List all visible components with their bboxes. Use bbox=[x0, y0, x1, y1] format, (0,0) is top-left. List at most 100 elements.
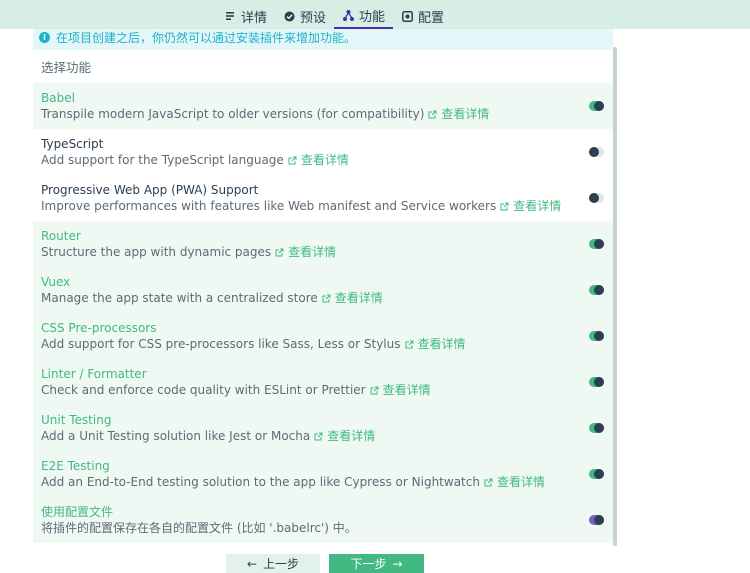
feature-description-text: Add an End-to-End testing solution to th… bbox=[41, 475, 480, 489]
feature-toggle[interactable] bbox=[589, 193, 604, 203]
feature-row[interactable]: Router Structure the app with dynamic pag… bbox=[33, 221, 613, 267]
toggle-knob bbox=[594, 239, 604, 249]
tab-features-label: 功能 bbox=[359, 10, 386, 25]
feature-description-text: Add a Unit Testing solution like Jest or… bbox=[41, 429, 311, 443]
feature-name: CSS Pre-processors bbox=[41, 321, 157, 335]
feature-name: Vuex bbox=[41, 275, 71, 289]
config-file-row[interactable]: 使用配置文件将插件的配置保存在各自的配置文件 (比如 '.babelrc') 中… bbox=[33, 497, 613, 543]
feature-description-text: Improve performances with features like … bbox=[41, 199, 497, 213]
top-bar: 详情 预设 功能 配置 bbox=[0, 0, 750, 29]
arrow-right-icon: → bbox=[392, 556, 403, 571]
tab-preset[interactable]: 预设 bbox=[275, 4, 334, 28]
toggle-knob bbox=[594, 285, 604, 295]
feature-description: 将插件的配置保存在各自的配置文件 (比如 '.babelrc') 中。 bbox=[41, 520, 613, 536]
feature-row[interactable]: E2E Testing Add an End-to-End testing sol… bbox=[33, 451, 613, 497]
features-icon bbox=[342, 10, 354, 22]
feature-description: Check and enforce code quality with ESLi… bbox=[41, 382, 613, 398]
external-link-icon bbox=[322, 294, 331, 303]
external-link-icon bbox=[370, 386, 379, 395]
feature-toggle[interactable] bbox=[589, 331, 604, 341]
feature-toggle[interactable] bbox=[589, 515, 604, 525]
feature-description: Add support for the TypeScript language 查… bbox=[41, 152, 613, 168]
feature-description-text: 将插件的配置保存在各自的配置文件 (比如 '.babelrc') 中。 bbox=[41, 521, 357, 535]
tab-details[interactable]: 详情 bbox=[216, 4, 275, 28]
info-icon: i bbox=[39, 32, 50, 43]
more-info-link[interactable]: 查看详情 bbox=[288, 245, 336, 259]
feature-row[interactable]: Vuex Manage the app state with a centrali… bbox=[33, 267, 613, 313]
feature-description: Manage the app state with a centralized … bbox=[41, 290, 613, 306]
next-button-label: 下一步 bbox=[350, 557, 387, 571]
feature-description: Add a Unit Testing solution like Jest or… bbox=[41, 428, 613, 444]
feature-name: TypeScript bbox=[41, 137, 104, 151]
next-button[interactable]: 下一步 → bbox=[329, 554, 424, 573]
details-icon bbox=[224, 10, 236, 22]
feature-row[interactable]: Progressive Web App (PWA) Support Improve… bbox=[33, 175, 613, 221]
feature-description: Transpile modern JavaScript to older ver… bbox=[41, 106, 613, 122]
tab-preset-label: 预设 bbox=[300, 10, 327, 26]
wizard-tabs: 详情 预设 功能 配置 bbox=[216, 4, 452, 29]
feature-description: Add an End-to-End testing solution to th… bbox=[41, 474, 613, 490]
toggle-knob bbox=[594, 331, 604, 341]
more-info-link[interactable]: 查看详情 bbox=[497, 475, 545, 489]
external-link-icon bbox=[275, 248, 284, 257]
toggle-knob bbox=[594, 469, 604, 479]
toggle-knob bbox=[594, 101, 604, 111]
feature-description: Improve performances with features like … bbox=[41, 198, 613, 214]
config-icon bbox=[401, 10, 413, 22]
feature-name: Babel bbox=[41, 91, 75, 105]
external-link-icon bbox=[405, 340, 414, 349]
feature-description-text: Check and enforce code quality with ESLi… bbox=[41, 383, 366, 397]
feature-toggle[interactable] bbox=[589, 285, 604, 295]
previous-button-label: 上一步 bbox=[263, 557, 300, 571]
tab-details-label: 详情 bbox=[241, 10, 268, 26]
feature-toggle[interactable] bbox=[589, 239, 604, 249]
feature-description-text: Add support for CSS pre-processors like … bbox=[41, 337, 401, 351]
features-panel: i 在项目创建之后，你仍然可以通过安装插件来增加功能。 选择功能 Babel Tr… bbox=[33, 29, 613, 546]
more-info-link[interactable]: 查看详情 bbox=[327, 429, 375, 443]
feature-row[interactable]: Linter / Formatter Check and enforce code… bbox=[33, 359, 613, 405]
feature-name: E2E Testing bbox=[41, 459, 110, 473]
feature-name: Unit Testing bbox=[41, 413, 112, 427]
feature-row[interactable]: TypeScript Add support for the TypeScript… bbox=[33, 129, 613, 175]
external-link-icon bbox=[428, 110, 437, 119]
feature-toggle[interactable] bbox=[589, 469, 604, 479]
external-link-icon bbox=[314, 432, 323, 441]
toggle-knob bbox=[594, 423, 604, 433]
more-info-link[interactable]: 查看详情 bbox=[301, 153, 349, 167]
scrollbar[interactable] bbox=[613, 47, 617, 546]
more-info-link[interactable]: 查看详情 bbox=[513, 199, 561, 213]
feature-toggle[interactable] bbox=[589, 423, 604, 433]
wizard-footer: ← 上一步 下一步 → bbox=[226, 554, 424, 573]
arrow-left-icon: ← bbox=[246, 556, 258, 571]
feature-description: Structure the app with dynamic pages 查看详情 bbox=[41, 244, 613, 260]
more-info-link[interactable]: 查看详情 bbox=[383, 383, 431, 397]
notice-text: 在项目创建之后，你仍然可以通过安装插件来增加功能。 bbox=[56, 31, 357, 45]
feature-toggle[interactable] bbox=[589, 147, 604, 157]
external-link-icon bbox=[484, 478, 493, 487]
section-title: 选择功能 bbox=[41, 60, 92, 75]
feature-row[interactable]: Unit Testing Add a Unit Testing solution … bbox=[33, 405, 613, 451]
previous-button[interactable]: ← 上一步 bbox=[226, 554, 320, 573]
feature-list: Babel Transpile modern JavaScript to olde… bbox=[33, 83, 613, 497]
more-info-link[interactable]: 查看详情 bbox=[335, 291, 383, 305]
external-link-icon bbox=[500, 202, 509, 211]
feature-name: Router bbox=[41, 229, 81, 243]
tab-config-label: 配置 bbox=[418, 10, 445, 26]
feature-name: 使用配置文件 bbox=[41, 505, 114, 519]
toggle-knob bbox=[589, 147, 599, 157]
tab-config[interactable]: 配置 bbox=[393, 4, 452, 28]
feature-toggle[interactable] bbox=[589, 377, 604, 387]
feature-description-text: Manage the app state with a centralized … bbox=[41, 291, 318, 305]
tab-features[interactable]: 功能 bbox=[334, 4, 394, 29]
feature-description-text: Structure the app with dynamic pages bbox=[41, 245, 272, 259]
feature-description: Add support for CSS pre-processors like … bbox=[41, 336, 613, 352]
feature-description-text: Add support for the TypeScript language bbox=[41, 153, 284, 167]
feature-row[interactable]: Babel Transpile modern JavaScript to olde… bbox=[33, 83, 613, 129]
preset-icon bbox=[283, 10, 295, 22]
feature-name: Progressive Web App (PWA) Support bbox=[41, 183, 259, 197]
feature-toggle[interactable] bbox=[589, 101, 604, 111]
more-info-link[interactable]: 查看详情 bbox=[418, 337, 466, 351]
feature-row[interactable]: CSS Pre-processors Add support for CSS pr… bbox=[33, 313, 613, 359]
more-info-link[interactable]: 查看详情 bbox=[441, 107, 489, 121]
external-link-icon bbox=[288, 156, 297, 165]
